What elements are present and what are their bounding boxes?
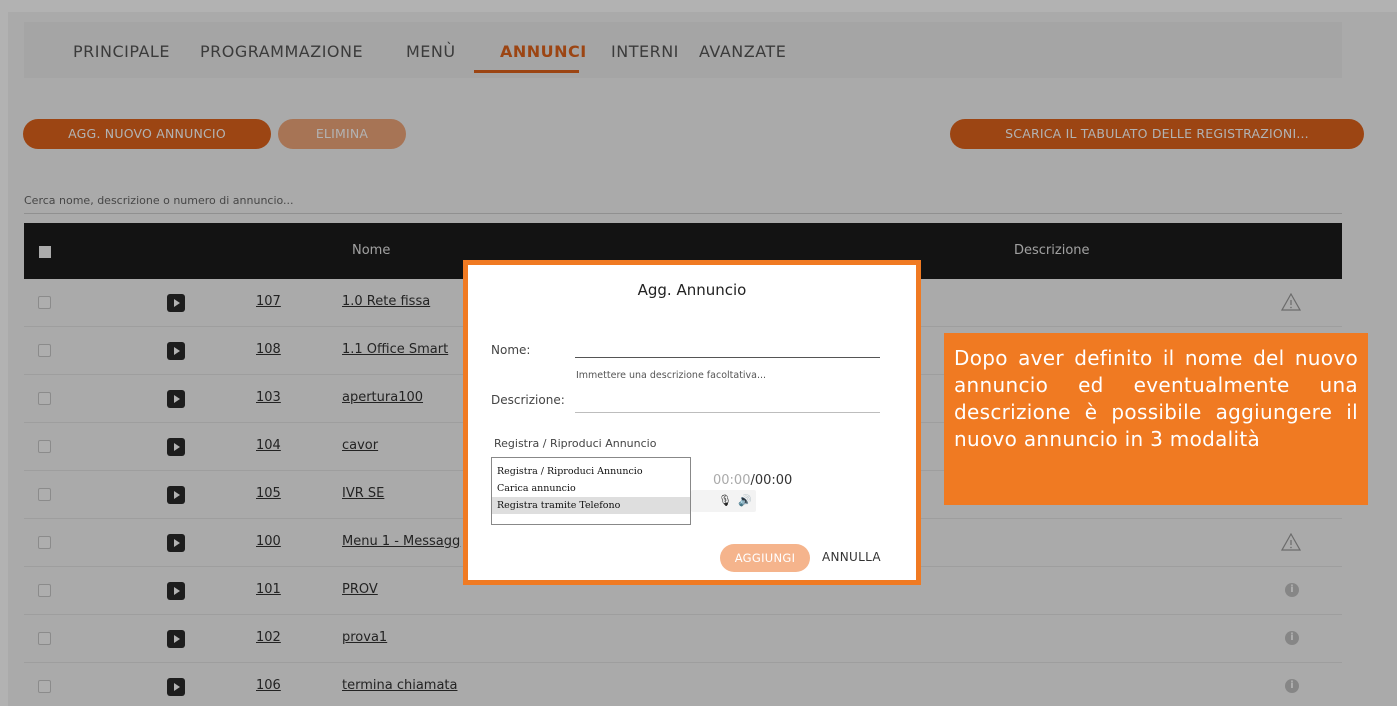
description-placeholder: Immettere una descrizione facoltativa... [576,370,767,381]
name-field[interactable] [575,357,880,358]
confirm-add-button[interactable]: AGGIUNGI [720,544,810,572]
mode-option-record-play[interactable]: Registra / Riproduci Annuncio [492,463,690,480]
recording-timer: 00:00/00:00 [713,473,793,488]
help-callout: Dopo aver definito il nome del nuovo ann… [944,333,1368,505]
dialog-title: Agg. Annuncio [637,281,747,299]
name-label: Nome: [491,343,531,357]
speaker-icon[interactable]: 🔊 [738,494,752,507]
description-label: Descrizione: [491,393,565,407]
mode-option-upload[interactable]: Carica annuncio [492,480,690,497]
timer-elapsed: 00:00 [713,473,751,488]
description-field[interactable] [575,412,880,413]
mode-option-phone[interactable]: Registra tramite Telefono [492,497,690,514]
timer-total: 00:00 [754,473,793,488]
cancel-button[interactable]: ANNULLA [822,550,881,564]
mode-select-dropdown[interactable]: Registra / Riproduci Annuncio Carica ann… [491,457,691,525]
add-announcement-dialog: Agg. Annuncio Nome: Immettere una descri… [463,260,921,585]
mode-label: Registra / Riproduci Annuncio [494,437,657,450]
microphone-icon[interactable]: 🎙 [718,494,732,507]
